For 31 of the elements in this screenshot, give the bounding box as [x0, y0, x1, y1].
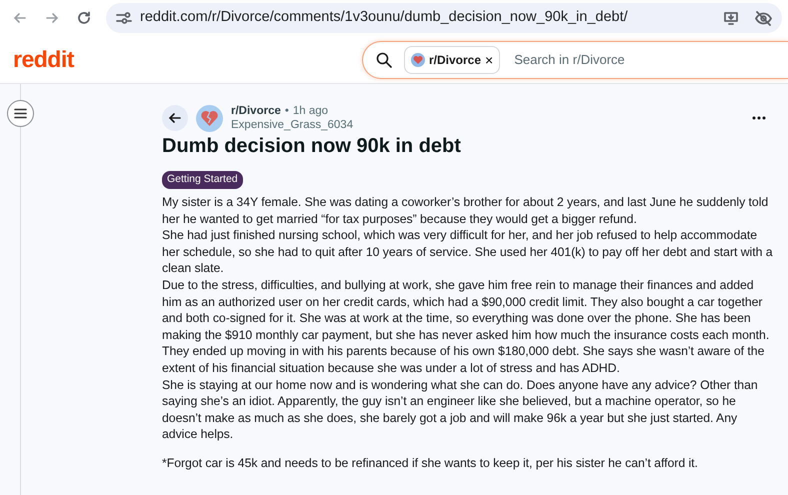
search-icon — [376, 52, 392, 68]
author-name[interactable]: Expensive_Grass_6034 — [231, 118, 354, 132]
meta-separator: • — [284, 104, 289, 118]
subreddit-link[interactable]: r/Divorce — [231, 104, 281, 118]
reload-icon — [76, 10, 92, 26]
eye-slash-icon[interactable] — [755, 10, 772, 26]
install-app-icon[interactable] — [723, 10, 739, 26]
post-paragraph: Due to the stress, difficulties, and bullying at work, she gave him free rein to manage their finances and added him as an authorized user on her credit cards, which had a $90,000 credit limit. They also bought a car together and both co-signed for it. She was at work at the time, so everything was done over the phone. She has been making the $910 monthly car payment, but she has never asked him how much the insurance costs each month. They ended up moving in with his parents because of his own $180,000 debt. She says she wasn’t aware of the extent of his financial situation because she was under a lot of stress and has ADHD. — [162, 276, 770, 377]
back-button[interactable] — [162, 105, 188, 131]
search-field[interactable]: r/Divorce × Search in r/Divorce — [362, 40, 788, 78]
post-paragraph: She is staying at our home now and is wondering what she can do. Does anyone have any advice? Other than saying she’s an idiot. Apparently, the guy isn’t an engineer like she believed, but a machine operator, so he doesn’t make as much as she does, she barely got a job and will make 96k a year but she just started. Any advice helps. — [162, 376, 759, 443]
ellipsis-icon — [752, 116, 766, 120]
post-time: 1h ago — [292, 104, 328, 118]
url-text: reddit.com/r/Divorce/comments/1v3ounu/dumb_decision_now_90k_in_debt/ — [140, 8, 628, 28]
search-input[interactable]: Search in r/Divorce — [512, 48, 762, 70]
back-arrow-icon — [168, 111, 182, 125]
community-chip-label: r/Divorce — [429, 52, 482, 68]
menu-button[interactable] — [7, 100, 34, 127]
address-bar[interactable]: reddit.com/r/Divorce/comments/1v3ounu/dumb_decision_now_90k_in_debt/ — [106, 3, 782, 33]
community-avatar-icon[interactable] — [196, 104, 223, 132]
post-footnote: *Forgot car is 45k and needs to be refinanced if she wants to keep it, per his sister he can’t afford it. — [162, 454, 699, 472]
post-paragraph: My sister is a 34Y female. She was dating a coworker’s brother for about 2 years, and last June he suddenly told her he wanted to get married “for tax purposes” because they would get a bigger refund. — [162, 194, 770, 228]
back-arrow-icon — [12, 10, 28, 26]
post-paragraph: She had just finished nursing school, which was very difficult for her, and her job refused to help accommodate her schedule, so she had to quit after 10 years of service. She used her 401(k) to pay off her debt and start with a clean slate. — [162, 227, 774, 277]
menu-icon — [14, 108, 27, 119]
site-settings-icon[interactable] — [116, 11, 132, 25]
community-avatar-icon — [411, 52, 425, 66]
post-title: Dumb decision now 90k in debt — [162, 134, 462, 158]
post-flair[interactable]: Getting Started — [162, 171, 243, 189]
remove-community-button[interactable]: × — [485, 52, 494, 66]
forward-arrow-icon — [44, 10, 60, 26]
